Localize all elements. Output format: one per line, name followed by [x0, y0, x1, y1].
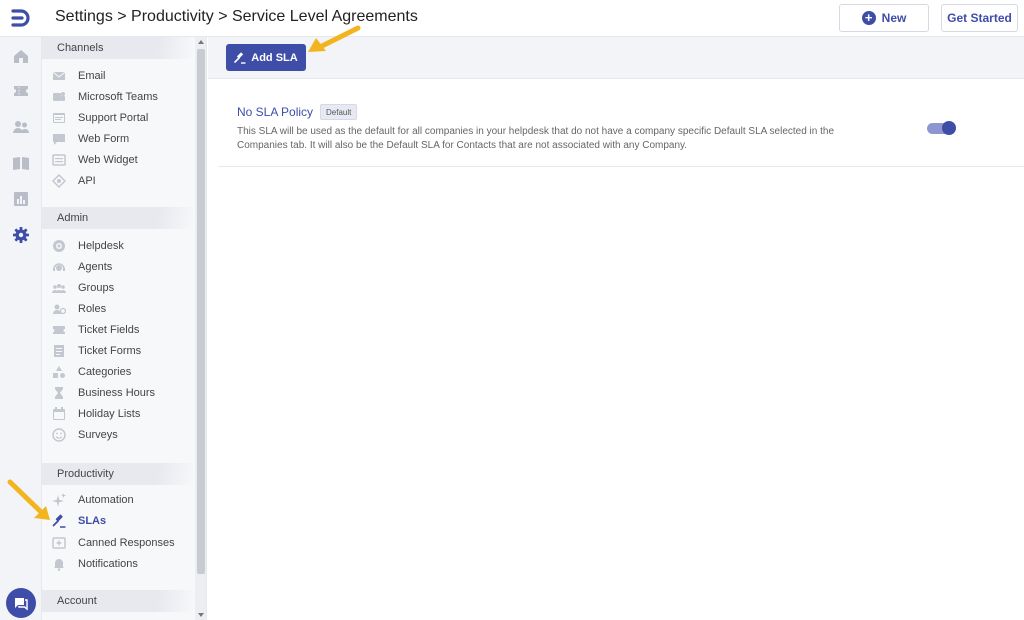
sidebar-item-automation[interactable]: Automation: [52, 490, 194, 510]
get-started-button[interactable]: Get Started: [941, 4, 1018, 32]
annotation-arrow-icon: [308, 25, 361, 52]
sidebar-item-label: Web Widget: [78, 154, 138, 166]
knowledge-base-icon[interactable]: [12, 154, 30, 172]
portal-icon: [52, 111, 66, 125]
sidebar-item-label: Ticket Fields: [78, 324, 140, 336]
sidebar-item-label: Ticket Forms: [78, 345, 142, 357]
sidebar-item-api[interactable]: API: [52, 171, 194, 191]
left-rail: [0, 37, 42, 620]
sidebar-item-label: Agents: [78, 261, 113, 273]
sparkle-icon: [52, 493, 66, 507]
toggle-knob: [942, 121, 956, 135]
contacts-icon[interactable]: [12, 118, 30, 136]
sidebar-item-label: Canned Responses: [78, 537, 175, 549]
bell-icon: [52, 557, 66, 571]
hourglass-icon: [52, 386, 66, 400]
web-widget-icon: [52, 153, 66, 167]
sidebar-item-web-form[interactable]: Web Form: [52, 129, 194, 149]
sidebar-item-label: Web Form: [78, 133, 130, 145]
sidebar-item-support-portal[interactable]: Support Portal: [52, 108, 194, 128]
chat-icon[interactable]: [6, 588, 36, 618]
sidebar-item-notifications[interactable]: Notifications: [52, 554, 194, 574]
sidebar-item-roles[interactable]: Roles: [52, 299, 194, 319]
sidebar-item-label: Roles: [78, 303, 107, 315]
smiley-icon: [52, 428, 66, 442]
sidebar-item-label: Automation: [78, 494, 134, 506]
api-icon: [52, 174, 66, 188]
new-button-label: New: [881, 11, 907, 25]
section-header-channels: Channels: [42, 37, 194, 59]
sidebar-item-surveys[interactable]: Surveys: [52, 425, 194, 445]
web-form-icon: [52, 132, 66, 146]
sidebar-item-label: Helpdesk: [78, 240, 124, 252]
sidebar-item-label: Notifications: [78, 558, 138, 570]
categories-icon: [52, 365, 66, 379]
new-button[interactable]: + New: [839, 4, 929, 32]
gavel-icon: [52, 514, 66, 528]
sidebar-item-label: SLAs: [78, 515, 107, 527]
sidebar-item-slas[interactable]: SLAs: [52, 511, 194, 531]
agents-icon: [52, 260, 66, 274]
sidebar-item-label: Email: [78, 70, 106, 82]
section-header-admin: Admin: [42, 207, 194, 229]
sidebar-item-helpdesk[interactable]: Helpdesk: [52, 236, 194, 256]
scroll-up-arrow-icon[interactable]: [198, 40, 204, 44]
sidebar-item-email[interactable]: Email: [52, 66, 194, 86]
sidebar-item-categories[interactable]: Categories: [52, 362, 194, 382]
scrollbar-thumb[interactable]: [197, 49, 205, 574]
ticket-fields-icon: [52, 323, 66, 337]
default-badge: Default: [320, 104, 358, 120]
sidebar-item-label: Surveys: [78, 429, 118, 441]
sidebar-item-label: Holiday Lists: [78, 408, 141, 420]
sla-policy-name[interactable]: No SLA Policy: [237, 105, 313, 119]
helpdesk-icon: [52, 239, 66, 253]
sidebar-item-ticket-fields[interactable]: Ticket Fields: [52, 320, 194, 340]
sidebar-item-label: Categories: [78, 366, 132, 378]
sidebar-item-label: Microsoft Teams: [78, 91, 158, 103]
sidebar-item-label: Support Portal: [78, 112, 149, 124]
sla-enabled-toggle[interactable]: [927, 121, 956, 135]
add-sla-label: Add SLA: [251, 51, 298, 64]
settings-sidebar: Channels Email Microsoft Teams Support Port…: [42, 37, 207, 620]
annotation-arrow-icon: [7, 479, 50, 520]
section-header-productivity: Productivity: [42, 463, 194, 485]
sidebar-item-label: Business Hours: [78, 387, 156, 399]
logo-icon[interactable]: [10, 7, 32, 29]
scroll-down-arrow-icon[interactable]: [198, 613, 204, 617]
gavel-icon: [234, 52, 246, 64]
sidebar-item-ticket-forms[interactable]: Ticket Forms: [52, 341, 194, 361]
sidebar-item-agents[interactable]: Agents: [52, 257, 194, 277]
groups-icon: [52, 281, 66, 295]
sidebar-item-business-hours[interactable]: Business Hours: [52, 383, 194, 403]
top-header: Settings > Productivity > Service Level …: [0, 0, 1024, 37]
sidebar-item-label: Groups: [78, 282, 115, 294]
add-sla-button[interactable]: Add SLA: [226, 44, 306, 71]
home-icon[interactable]: [12, 47, 30, 65]
roles-icon: [52, 302, 66, 316]
section-header-account: Account: [42, 590, 194, 612]
sidebar-item-holiday-lists[interactable]: Holiday Lists: [52, 404, 194, 424]
sidebar-item-microsoft-teams[interactable]: Microsoft Teams: [52, 87, 194, 107]
sidebar-item-label: API: [78, 175, 96, 187]
email-icon: [52, 69, 66, 83]
sla-policy-description: This SLA will be used as the default for…: [237, 126, 835, 151]
app-window: Settings > Productivity > Service Level …: [0, 0, 1024, 620]
ticket-forms-icon: [52, 344, 66, 358]
teams-icon: [52, 90, 66, 104]
tickets-icon[interactable]: [12, 82, 30, 100]
sidebar-item-canned-responses[interactable]: Canned Responses: [52, 533, 194, 553]
gear-icon[interactable]: [12, 226, 30, 244]
sidebar-item-web-widget[interactable]: Web Widget: [52, 150, 194, 170]
calendar-icon: [52, 407, 66, 421]
sidebar-scrollbar[interactable]: [195, 37, 206, 620]
canned-response-icon: [52, 536, 66, 550]
reports-icon[interactable]: [12, 190, 30, 208]
sidebar-item-groups[interactable]: Groups: [52, 278, 194, 298]
plus-icon: +: [861, 11, 876, 25]
sla-policy-row: No SLA Policy Default This SLA will be u…: [218, 95, 1024, 167]
